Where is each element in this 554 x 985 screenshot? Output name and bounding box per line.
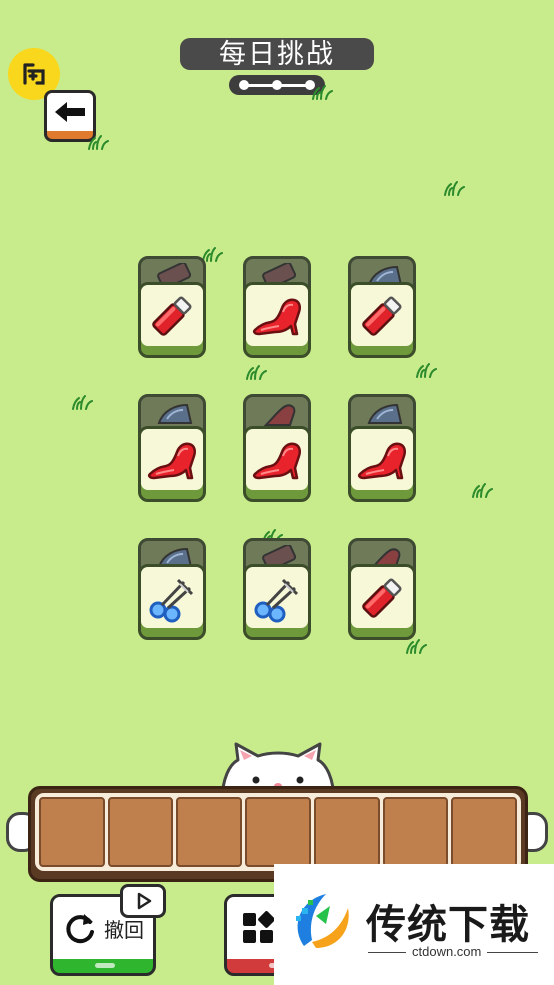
tray-slot bbox=[451, 797, 518, 867]
iron-icon bbox=[153, 401, 197, 427]
tile-blue-scissors[interactable] bbox=[138, 564, 206, 640]
grass-decoration bbox=[414, 362, 438, 378]
high-heel-icon bbox=[258, 401, 302, 427]
red-high-heel-icon bbox=[144, 434, 200, 486]
tile-red-high-heel[interactable] bbox=[138, 426, 206, 502]
red-high-heel-icon bbox=[249, 290, 305, 342]
tile-red-high-heel[interactable] bbox=[348, 426, 416, 502]
tray-slot bbox=[176, 797, 243, 867]
grass-decoration bbox=[442, 180, 466, 196]
red-tube-icon bbox=[144, 290, 200, 342]
page-title: 每日挑战 bbox=[180, 38, 374, 70]
red-tube-icon bbox=[354, 572, 410, 624]
rotate-icon bbox=[66, 914, 94, 944]
tile-red-high-heel[interactable] bbox=[243, 426, 311, 502]
tray-slot bbox=[107, 797, 174, 867]
grid-icon bbox=[243, 911, 275, 943]
grass-decoration bbox=[310, 84, 334, 100]
tile-blue-scissors[interactable] bbox=[243, 564, 311, 640]
grass-decoration bbox=[404, 638, 428, 654]
tile-red-tube[interactable] bbox=[348, 564, 416, 640]
red-high-heel-icon bbox=[249, 434, 305, 486]
blue-scissors-icon bbox=[249, 572, 305, 624]
tray-slot bbox=[39, 797, 105, 867]
tray-slot bbox=[313, 797, 380, 867]
blue-scissors-icon bbox=[144, 572, 200, 624]
ctdown-logo-icon bbox=[296, 894, 349, 948]
grass-decoration bbox=[86, 134, 110, 150]
tile-red-tube[interactable] bbox=[348, 282, 416, 358]
arrow-left-icon bbox=[55, 102, 85, 122]
watermark-title: 传统下载 bbox=[366, 903, 530, 947]
grass-decoration bbox=[470, 482, 494, 498]
red-high-heel-icon bbox=[354, 434, 410, 486]
tile-red-high-heel[interactable] bbox=[243, 282, 311, 358]
tray-slot bbox=[382, 797, 449, 867]
grass-decoration bbox=[70, 394, 94, 410]
tile-red-tube[interactable] bbox=[138, 282, 206, 358]
iron-icon bbox=[363, 401, 407, 427]
grass-decoration bbox=[244, 364, 268, 380]
watermark-overlay: 传统下载 ctdown.com bbox=[274, 864, 554, 985]
red-tube-icon bbox=[354, 290, 410, 342]
tray-slot bbox=[245, 797, 311, 867]
watermark-url: ctdown.com bbox=[406, 944, 488, 959]
video-play-icon bbox=[120, 884, 166, 918]
